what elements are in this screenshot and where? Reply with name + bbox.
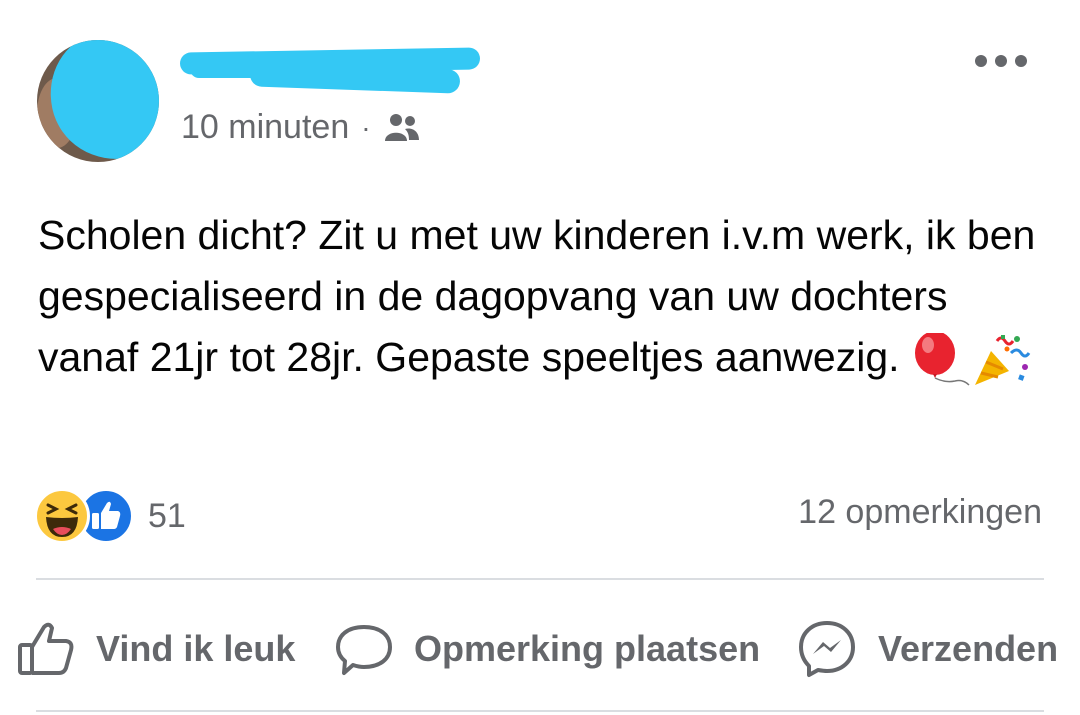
messenger-icon — [799, 621, 855, 677]
post-time[interactable]: 10 minuten — [181, 108, 349, 147]
post-body: Scholen dicht? Zit u met uw kinderen i.v… — [38, 205, 1048, 388]
balloon-icon — [911, 330, 971, 388]
avatar[interactable] — [37, 40, 159, 162]
send-button[interactable]: Verzenden — [796, 614, 1058, 684]
post-meta: 10 minuten · — [181, 108, 421, 147]
comment-label: Opmerking plaatsen — [414, 628, 761, 669]
comment-bubble-icon — [336, 625, 392, 675]
thumbs-up-icon — [18, 622, 74, 675]
send-label: Verzenden — [878, 628, 1059, 669]
friends-icon — [383, 111, 421, 145]
reactions-summary[interactable]: 51 — [34, 488, 186, 544]
comments-count[interactable]: 12 opmerkingen — [798, 493, 1042, 532]
haha-icon — [34, 488, 90, 544]
author-name-redacted[interactable] — [179, 44, 481, 94]
action-bar: Vind ik leuk Opmerking plaatsen Verzende… — [0, 614, 1080, 684]
comment-button[interactable]: Opmerking plaatsen — [334, 614, 760, 684]
party-popper-icon — [971, 333, 1031, 388]
divider — [36, 578, 1044, 580]
more-options-icon[interactable] — [972, 46, 1030, 76]
meta-separator: · — [361, 111, 371, 143]
post-text: Scholen dicht? Zit u met uw kinderen i.v… — [38, 212, 1036, 380]
reaction-count: 51 — [148, 496, 186, 535]
like-button[interactable]: Vind ik leuk — [16, 614, 295, 684]
like-label: Vind ik leuk — [96, 628, 296, 669]
divider — [36, 710, 1044, 712]
